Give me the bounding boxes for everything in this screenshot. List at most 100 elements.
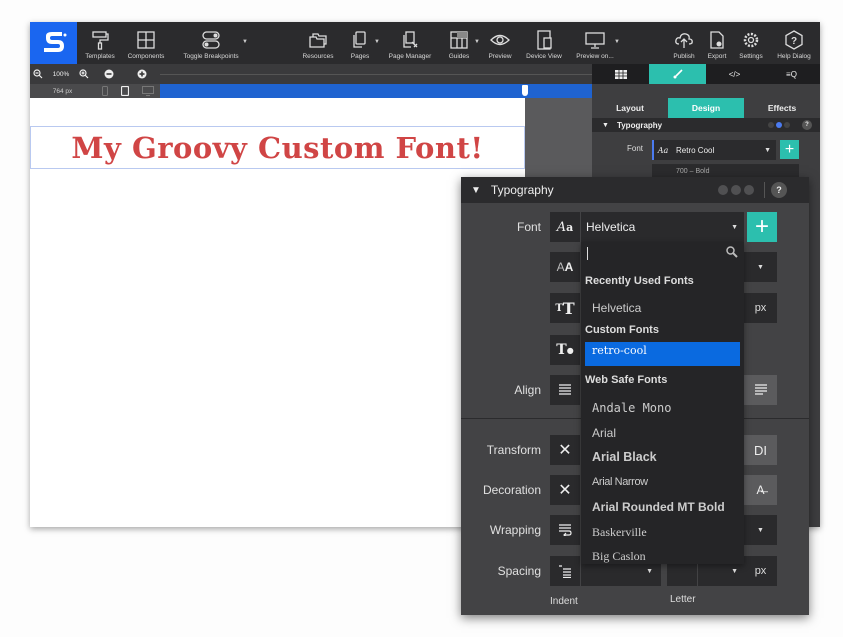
heading-element[interactable]: My Groovy Custom Font! [30, 126, 525, 169]
export-icon [710, 31, 724, 49]
preview-on-button[interactable]: Preview on... [574, 22, 616, 64]
weight-select-tail[interactable]: ▼ [744, 252, 777, 282]
pages-icon [353, 31, 366, 48]
components-icon [137, 31, 155, 49]
device-view-icon [537, 30, 552, 50]
help-icon: ? [785, 30, 803, 50]
breakpoints-caret-icon[interactable]: ▼ [242, 39, 248, 45]
font-option[interactable]: Helvetica [592, 301, 641, 315]
tab-design[interactable]: Design [668, 98, 744, 118]
gear-icon [743, 32, 759, 48]
phone-icon[interactable] [101, 86, 108, 96]
guides-button[interactable]: Guides [446, 22, 472, 64]
font-search-input[interactable] [581, 242, 744, 264]
wrapping-select-tail[interactable]: ▼ [744, 515, 777, 545]
svg-text:?: ? [791, 36, 797, 47]
publish-button[interactable]: Publish [670, 22, 698, 64]
page-manager-icon [403, 31, 418, 48]
zoom-level: 100% [52, 70, 70, 78]
align-left-icon [559, 384, 571, 395]
breakpoint-handle[interactable] [522, 85, 528, 96]
font-option[interactable]: Andale Mono [592, 401, 671, 415]
settings-button[interactable]: Settings [736, 22, 766, 64]
font-option[interactable]: Arial Rounded MT Bold [592, 500, 725, 514]
plus-button[interactable] [126, 64, 158, 84]
add-font-button[interactable]: + [747, 212, 777, 242]
page-manager-button[interactable]: Page Manager [386, 22, 434, 64]
divider [764, 182, 765, 198]
paint-roller-icon [92, 31, 109, 50]
help-dialog-button[interactable]: ? Help Dialog [774, 22, 814, 64]
typography-header[interactable]: ▼ Typography ? [461, 177, 809, 203]
folders-icon [309, 33, 327, 48]
font-select[interactable]: Helvetica ▼ [581, 212, 744, 242]
pages-button[interactable]: Pages [348, 22, 372, 64]
align-left-button[interactable] [550, 375, 580, 405]
tablet-icon[interactable] [120, 86, 129, 96]
font-label: Font [516, 220, 541, 234]
device-view-button[interactable]: Device View [524, 22, 564, 64]
panel-tabs: </> ≡Q [592, 64, 820, 84]
tab-code[interactable]: </> [706, 64, 763, 84]
state-dots[interactable] [768, 122, 790, 128]
font-dropdown: Recently Used Fonts Helvetica Custom Fon… [581, 242, 744, 564]
font-family-icon: Aa [550, 212, 580, 242]
state-dots[interactable] [718, 185, 754, 195]
strikethrough-button[interactable]: A̶ [744, 475, 777, 505]
decoration-none-button[interactable]: ✕ [550, 475, 580, 505]
help-icon[interactable]: ? [802, 120, 812, 130]
spacing-label: Spacing [497, 564, 541, 578]
tab-grid[interactable] [592, 64, 649, 84]
small-font-select[interactable]: Retro Cool ▼ [672, 140, 776, 160]
page-canvas: My Groovy Custom Font! [30, 98, 525, 527]
font-option[interactable]: Arial Black [592, 450, 657, 464]
strikethrough-icon: A̶ [756, 483, 765, 497]
text-color-icon[interactable]: T ● [550, 335, 580, 365]
text-cursor [587, 247, 588, 260]
pages-caret-icon[interactable]: ▼ [374, 39, 380, 45]
minus-button[interactable] [92, 64, 126, 84]
small-weight-select[interactable]: 700 – Bold [652, 164, 799, 178]
align-justify-button[interactable] [744, 375, 777, 405]
spacing-unit[interactable]: px [744, 556, 777, 586]
zoom-out-icon[interactable] [30, 64, 46, 84]
font-option-selected[interactable]: retro-cool [585, 342, 740, 366]
typography-section-header[interactable]: ▼ Typography ? [592, 118, 820, 132]
breakpoint-width: 764 px [30, 84, 95, 98]
font-option[interactable]: Big Caslon [592, 549, 646, 564]
font-option[interactable]: Arial [592, 426, 616, 440]
wrapping-button[interactable] [550, 515, 580, 545]
transform-none-button[interactable]: ✕ [550, 435, 580, 465]
tab-effects[interactable]: Effects [744, 98, 820, 118]
font-option[interactable]: Baskerville [592, 525, 647, 540]
group-custom-fonts: Custom Fonts [585, 324, 659, 336]
desktop-icon[interactable] [141, 86, 154, 96]
tab-layout[interactable]: Layout [592, 98, 668, 118]
size-unit[interactable]: px [744, 293, 777, 323]
wrapping-label: Wrapping [489, 523, 541, 537]
font-option[interactable]: Arial Narrow [592, 476, 648, 488]
collapse-arrow-icon: ▼ [602, 121, 609, 129]
chevron-down-icon: ▼ [764, 147, 771, 154]
export-button[interactable]: Export [704, 22, 730, 64]
help-icon[interactable]: ? [771, 182, 787, 198]
zoom-in-icon[interactable] [76, 64, 92, 84]
tab-search[interactable]: ≡Q [763, 64, 820, 84]
indent-icon-box [550, 556, 580, 586]
toggle-breakpoints-button[interactable]: Toggle Breakpoints [180, 22, 242, 64]
small-add-font-button[interactable]: + [780, 140, 799, 159]
toggle-icon [202, 31, 220, 49]
font-icon: Aa [652, 140, 672, 160]
guides-caret-icon[interactable]: ▼ [474, 39, 480, 45]
monitor-icon [585, 32, 605, 49]
templates-button[interactable]: Templates [82, 22, 118, 64]
transform-extra-button[interactable]: DI [744, 435, 777, 465]
zoom-controls: 100% [30, 64, 158, 84]
tab-design-brush[interactable] [649, 64, 706, 84]
app-logo[interactable] [30, 22, 77, 64]
components-button[interactable]: Components [126, 22, 166, 64]
align-justify-icon [754, 384, 767, 395]
preview-on-caret-icon[interactable]: ▼ [614, 39, 620, 45]
resources-button[interactable]: Resources [300, 22, 336, 64]
preview-button[interactable]: Preview [486, 22, 514, 64]
